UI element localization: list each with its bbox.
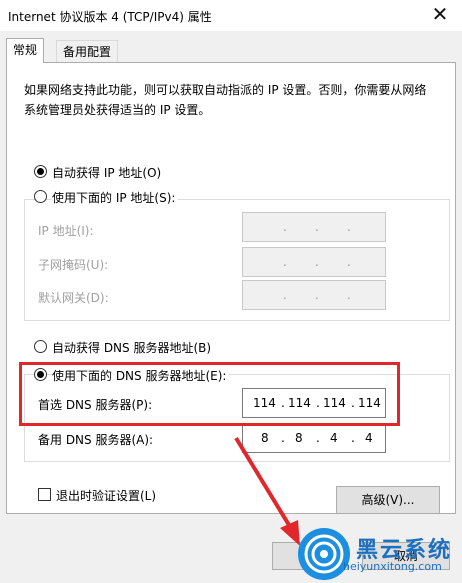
tab-general[interactable]: 常规 xyxy=(6,38,45,63)
default-gateway-field[interactable]: ... xyxy=(242,280,386,310)
subnet-mask-label: 子网掩码(U): xyxy=(38,258,109,272)
watermark-url: heiyunxitong.com xyxy=(343,560,442,573)
alternate-dns-octet-1: 8 xyxy=(261,431,269,445)
auto-dns-label: 自动获得 DNS 服务器地址(B) xyxy=(52,341,212,355)
preferred-dns-octet-4: 114 xyxy=(358,396,381,410)
preferred-dns-octet-3: 114 xyxy=(323,396,346,410)
radio-auto-dns[interactable] xyxy=(34,340,47,353)
subnet-mask-field[interactable]: ... xyxy=(242,247,386,277)
dns-group xyxy=(24,374,450,462)
validate-checkbox[interactable] xyxy=(38,488,51,501)
alternate-dns-label: 备用 DNS 服务器(A): xyxy=(38,433,154,447)
title-bar: Internet 协议版本 4 (TCP/IPv4) 属性 ✕ xyxy=(0,0,462,31)
tab-alternate-config[interactable]: 备用配置 xyxy=(56,40,119,63)
ip-address-field[interactable]: ... xyxy=(242,212,386,242)
auto-ip-label: 自动获得 IP 地址(O) xyxy=(52,166,162,180)
radio-auto-ip[interactable] xyxy=(34,165,47,178)
ip-address-label: IP 地址(I): xyxy=(38,224,94,238)
validate-label: 退出时验证设置(L) xyxy=(56,489,157,503)
preferred-dns-label: 首选 DNS 服务器(P): xyxy=(38,398,153,412)
preferred-dns-octet-2: 114 xyxy=(288,396,311,410)
radio-manual-ip[interactable] xyxy=(34,190,47,203)
alternate-dns-octet-2: 8 xyxy=(295,431,303,445)
advanced-button[interactable]: 高级(V)... xyxy=(336,486,440,514)
radio-manual-dns[interactable] xyxy=(34,368,47,381)
default-gateway-label: 默认网关(D): xyxy=(38,291,109,305)
alternate-dns-octet-3: 4 xyxy=(330,431,338,445)
description-text: 如果网络支持此功能，则可以获取自动指派的 IP 设置。否则，你需要从网络系统管理… xyxy=(24,83,427,117)
manual-ip-label: 使用下面的 IP 地址(S): xyxy=(52,189,179,206)
manual-dns-label: 使用下面的 DNS 服务器地址(E): xyxy=(52,367,230,384)
close-icon[interactable]: ✕ xyxy=(428,2,452,26)
preferred-dns-field[interactable]: 114 . 114 . 114 . 114 xyxy=(242,388,386,418)
window-title: Internet 协议版本 4 (TCP/IPv4) 属性 xyxy=(8,10,212,24)
alternate-dns-octet-4: 4 xyxy=(365,431,373,445)
alternate-dns-field[interactable]: 8 . 8 . 4 . 4 xyxy=(242,423,386,453)
preferred-dns-octet-1: 114 xyxy=(253,396,276,410)
